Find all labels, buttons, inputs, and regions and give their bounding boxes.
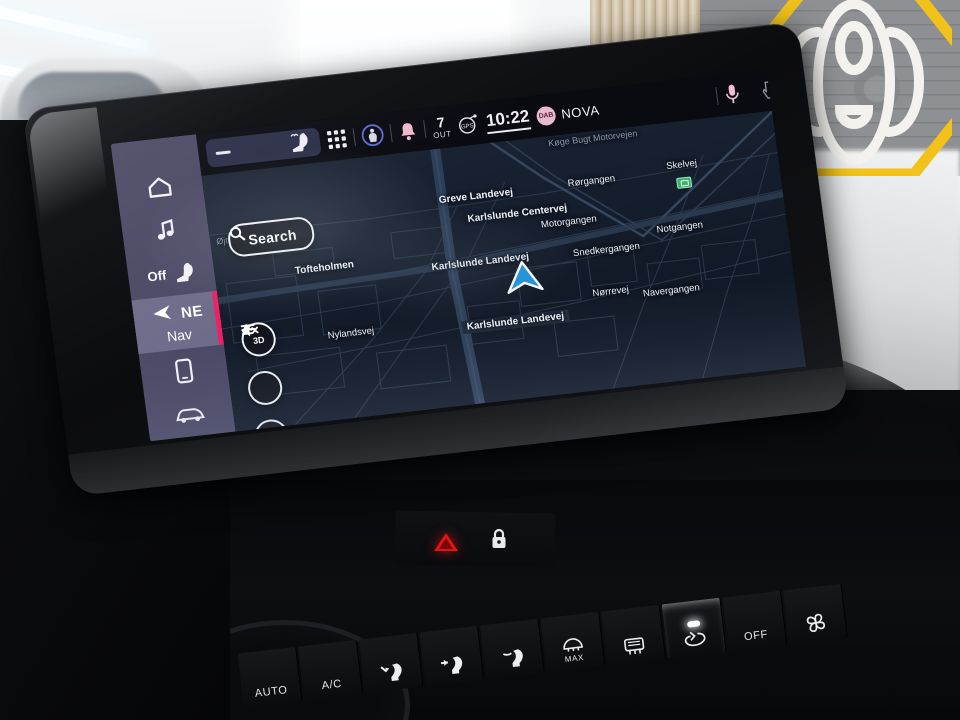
seat-heat-widget[interactable] [204, 127, 322, 168]
climate-ac-button[interactable]: A/C [298, 639, 363, 701]
map-mute-toggle[interactable] [242, 325, 285, 407]
clock: 10:22 [484, 105, 532, 134]
status-divider [352, 128, 356, 147]
climate-rear-defrost-button[interactable] [601, 604, 666, 666]
heated-seat-icon [288, 130, 313, 157]
temperature-value: 7 [435, 114, 446, 131]
radio-station-name: NOVA [560, 101, 601, 122]
status-divider [423, 120, 427, 139]
gps-satellite-icon: GPS [456, 112, 481, 136]
airflow-feet-icon [378, 661, 406, 686]
temperature-unit-label: OUT [432, 129, 453, 141]
car-icon [174, 404, 206, 425]
climate-recirculation-button[interactable] [661, 597, 727, 659]
poi-green-marker[interactable] [675, 176, 693, 190]
photo-scene: AUTO A/C MAX OFF Off NE Nav 7 OUT GPS 10… [0, 0, 960, 720]
hazard-warning-triangle-icon[interactable] [432, 530, 460, 554]
climate-off-button[interactable]: OFF [722, 590, 788, 652]
phone-icon [173, 357, 196, 385]
door-lock-icon[interactable] [485, 524, 513, 554]
rear-defrost-icon [621, 635, 647, 658]
climate-auto-label: AUTO [254, 684, 289, 700]
climate-max-defrost-button[interactable]: MAX [540, 611, 606, 673]
svg-text:GPS: GPS [461, 123, 474, 130]
grid-apps-icon[interactable] [326, 128, 349, 150]
seat-heater-icon [170, 261, 197, 286]
climate-fan-button[interactable] [782, 583, 848, 645]
airflow-face-icon [438, 654, 466, 679]
music-note-icon [152, 217, 179, 244]
climate-airflow-windshield-button[interactable] [479, 618, 545, 680]
climate-ac-label: A/C [321, 677, 343, 693]
home-icon [145, 174, 174, 199]
search-label: Search [247, 225, 298, 248]
climate-off-label: OFF [743, 628, 769, 644]
max-defrost-icon [560, 636, 586, 655]
microphone-icon[interactable] [723, 82, 742, 106]
navigation-arrow-icon [149, 302, 174, 329]
status-divider [715, 86, 719, 105]
sidebar-item-nav-label: Nav [166, 326, 193, 345]
outside-temperature: 7 OUT [431, 114, 452, 140]
notification-bell-icon[interactable] [397, 120, 419, 142]
recirculation-led [686, 620, 701, 628]
passenger-airbag-icon[interactable] [360, 123, 385, 147]
widget-dash-indicator [215, 149, 231, 155]
radio-status[interactable]: DAB NOVA [535, 100, 600, 126]
seat-heater-state-label: Off [146, 267, 168, 285]
climate-airflow-face-button[interactable] [419, 625, 485, 687]
status-divider [389, 124, 393, 143]
airflow-windshield-icon [499, 647, 527, 672]
fan-icon [803, 610, 830, 637]
climate-auto-button[interactable]: AUTO [237, 646, 303, 708]
sidebar-item-nav[interactable]: NE Nav [131, 291, 224, 354]
air-recirculation-icon [681, 629, 709, 650]
climate-airflow-feet-button[interactable] [358, 632, 424, 694]
climate-max-label: MAX [564, 652, 585, 664]
dab-badge: DAB [535, 104, 557, 126]
nav-heading-label: NE [180, 302, 204, 322]
